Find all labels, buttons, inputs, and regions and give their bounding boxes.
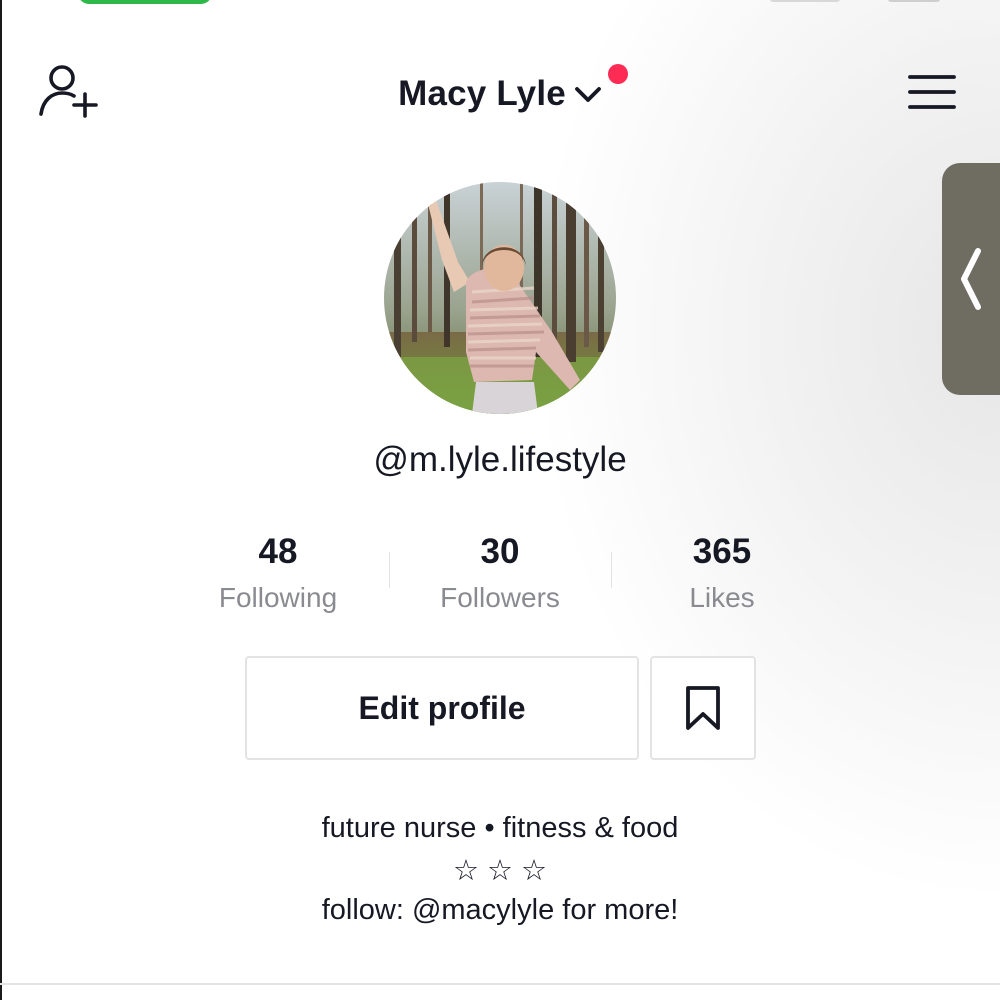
- section-divider: [0, 983, 1000, 985]
- page-title: Macy Lyle: [398, 74, 566, 113]
- stat-divider: [389, 552, 390, 588]
- bio-line-3: follow: @macylyle for more!: [321, 894, 679, 926]
- bio-line-2: ☆ ☆ ☆: [452, 855, 548, 887]
- stat-label: Likes: [689, 582, 755, 613]
- stat-followers[interactable]: 30 Followers: [400, 530, 600, 620]
- bookmark-button[interactable]: [650, 656, 756, 760]
- hamburger-menu-icon: [908, 75, 956, 109]
- avatar[interactable]: [384, 182, 616, 414]
- stat-following[interactable]: 48 Following: [178, 530, 378, 620]
- edit-profile-button[interactable]: Edit profile: [245, 656, 639, 760]
- stat-likes[interactable]: 365 Likes: [622, 530, 822, 620]
- header-title-area: Macy Lyle: [0, 64, 1000, 122]
- chevron-down-icon: [575, 87, 601, 102]
- account-switcher[interactable]: Macy Lyle: [398, 64, 628, 114]
- username: @m.lyle.lifestyle: [373, 440, 627, 479]
- profile-screen: Macy Lyle @m.lyle.lifestyle 48 Following…: [0, 0, 1000, 1000]
- stat-value: 30: [480, 532, 520, 571]
- screen-edge: [0, 0, 2, 1000]
- status-bar-signal: [770, 0, 840, 2]
- stat-divider: [611, 552, 612, 588]
- bio-line-1: future nurse • fitness & food: [321, 812, 679, 844]
- status-bar-battery: [888, 0, 940, 2]
- avatar-photo: [384, 182, 616, 414]
- menu-button[interactable]: [902, 68, 962, 116]
- stat-label: Followers: [440, 582, 560, 613]
- stat-value: 365: [692, 532, 752, 571]
- notification-dot: [607, 64, 628, 84]
- chevron-left-icon: [961, 248, 981, 310]
- stat-value: 48: [258, 532, 298, 571]
- stat-label: Following: [218, 582, 338, 613]
- side-panel-tab[interactable]: [942, 163, 1000, 395]
- status-bar-call-indicator: [78, 0, 212, 4]
- bookmark-icon: [686, 686, 720, 730]
